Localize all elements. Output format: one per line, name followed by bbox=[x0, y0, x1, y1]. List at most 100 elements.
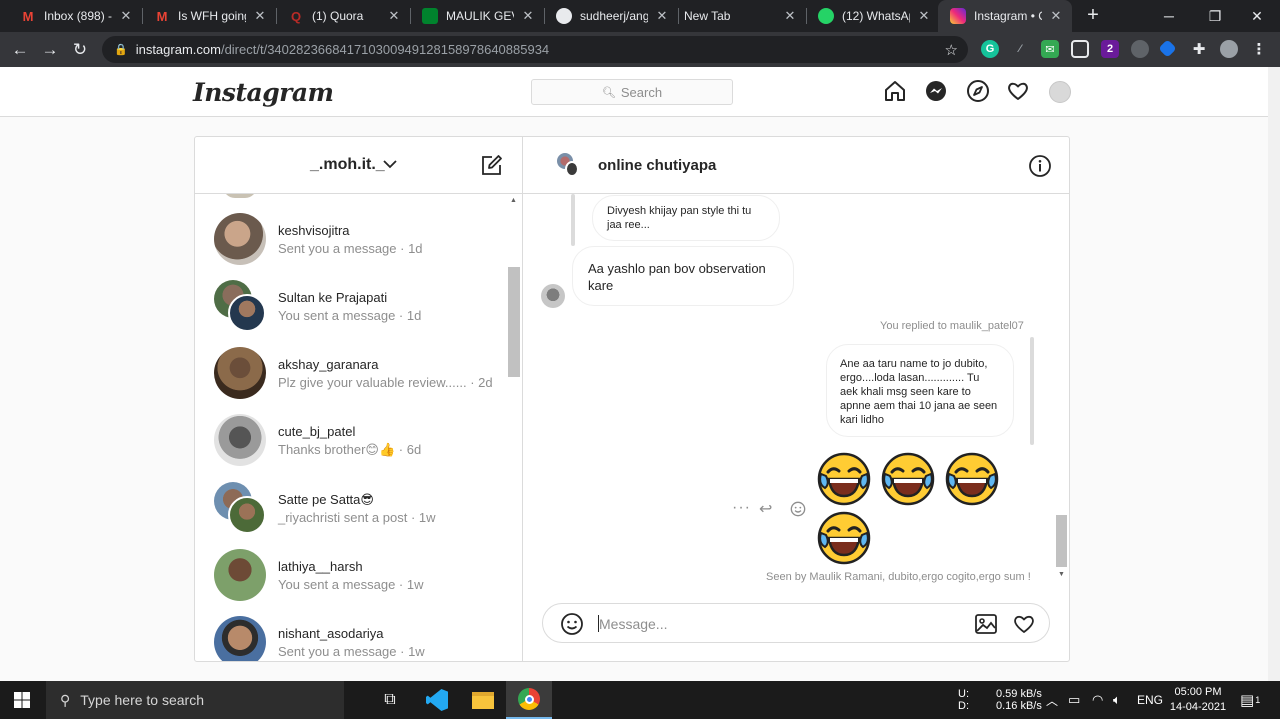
extensions-puzzle-icon[interactable]: ✚ bbox=[1190, 40, 1208, 58]
message-input[interactable]: Message... bbox=[599, 616, 667, 632]
thread-name: cute_bj_patel bbox=[278, 424, 356, 439]
tab-title: Inbox (898) - 1 bbox=[44, 9, 112, 23]
tab-meet[interactable]: MAULIK GEVAR ✕ bbox=[410, 0, 544, 32]
info-icon[interactable] bbox=[1028, 154, 1052, 178]
eyedropper-icon[interactable]: ⁄ bbox=[1011, 40, 1029, 58]
heart-like-icon[interactable] bbox=[1012, 612, 1036, 636]
scrollbar-thumb[interactable] bbox=[508, 267, 520, 377]
messenger-icon[interactable] bbox=[924, 79, 948, 103]
chevron-up-icon[interactable]: ︿ bbox=[1046, 681, 1058, 719]
tab-quora[interactable]: Q (1) Quora ✕ bbox=[276, 0, 410, 32]
outgoing-message-bubble[interactable]: Ane aa taru name to jo dubito, ergo....l… bbox=[826, 344, 1014, 437]
thread-name: lathiya__harsh bbox=[278, 559, 363, 574]
address-bar[interactable]: 🔒 instagram.com/direct/t/340282366841710… bbox=[102, 36, 968, 63]
task-view-icon[interactable]: ⧉ bbox=[367, 681, 413, 719]
react-emoji-icon[interactable] bbox=[790, 501, 806, 517]
close-icon[interactable]: ✕ bbox=[252, 8, 268, 24]
conversation-title[interactable]: online chutiyapa bbox=[598, 157, 716, 174]
language-indicator[interactable]: ENG bbox=[1137, 681, 1163, 719]
tab-new-tab[interactable]: New Tab ✕ bbox=[672, 0, 806, 32]
taskbar-search-placeholder: Type here to search bbox=[80, 692, 205, 708]
thread-item[interactable]: cute_bj_patel Thanks brother😊👍 · 6d bbox=[195, 407, 507, 474]
system-clock[interactable]: 05:00 PM 14-04-2021 bbox=[1168, 681, 1228, 719]
taskbar-search-input[interactable]: ⚲ Type here to search bbox=[46, 681, 344, 719]
close-icon[interactable]: ✕ bbox=[386, 8, 402, 24]
new-message-icon[interactable] bbox=[480, 153, 504, 177]
url-text: instagram.com/direct/t/34028236684171030… bbox=[136, 42, 549, 57]
thread-item[interactable]: Sultan ke Prajapati You sent a message ·… bbox=[195, 273, 507, 340]
grammarly-icon[interactable]: G bbox=[981, 40, 999, 58]
heart-activity-icon[interactable] bbox=[1006, 79, 1030, 103]
tab-whatsapp[interactable]: (12) WhatsApp ✕ bbox=[806, 0, 940, 32]
tab-title: sudheerj/angu bbox=[580, 9, 648, 23]
emoji-picker-icon[interactable] bbox=[560, 612, 584, 636]
close-icon[interactable]: ✕ bbox=[520, 8, 536, 24]
message-composer[interactable]: Message... bbox=[542, 603, 1050, 643]
thread-list-scrollbar[interactable] bbox=[507, 194, 522, 661]
direct-messages-panel: _.moh.it._ keshvisojitra Sent you a mess… bbox=[194, 136, 1070, 662]
forward-button[interactable]: → bbox=[37, 37, 63, 63]
incoming-message-bubble[interactable]: Aa yashlo pan bov observation kare bbox=[572, 246, 794, 306]
scroll-down-arrow-icon[interactable]: ▼ bbox=[1058, 571, 1065, 578]
close-icon[interactable]: ✕ bbox=[654, 8, 670, 24]
restore-button[interactable]: ❐ bbox=[1192, 0, 1238, 32]
volume-icon[interactable]: 🔈︎ bbox=[1113, 681, 1121, 719]
disabled-extension-icon[interactable] bbox=[1131, 40, 1149, 58]
wifi-icon[interactable]: ◠ bbox=[1092, 681, 1103, 719]
chevron-down-icon[interactable] bbox=[383, 159, 397, 169]
new-tab-button[interactable]: + bbox=[1082, 4, 1104, 26]
close-icon[interactable]: ✕ bbox=[1048, 8, 1064, 24]
scrollbar-thumb[interactable] bbox=[1056, 515, 1067, 567]
tab-instagram[interactable]: Instagram • Ch ✕ bbox=[938, 0, 1072, 32]
tab-gmail-inbox[interactable]: M Inbox (898) - 1 ✕ bbox=[8, 0, 142, 32]
explore-compass-icon[interactable] bbox=[966, 79, 990, 103]
account-switcher[interactable]: _.moh.it._ bbox=[310, 156, 385, 174]
profile-avatar[interactable] bbox=[1049, 81, 1071, 103]
avatar bbox=[228, 496, 266, 534]
quote-bar bbox=[1030, 337, 1034, 445]
more-options-icon[interactable]: ··· bbox=[732, 499, 751, 517]
instagram-logo[interactable]: Instagram bbox=[193, 78, 334, 107]
screen-capture-icon[interactable] bbox=[1071, 40, 1089, 58]
outgoing-message-text: Ane aa taru name to jo dubito, ergo....l… bbox=[840, 358, 998, 426]
mail-extension-icon[interactable]: ✉ bbox=[1041, 40, 1059, 58]
minimize-button[interactable]: ─ bbox=[1146, 0, 1192, 32]
windows-start-icon[interactable] bbox=[14, 692, 30, 708]
file-explorer-icon[interactable] bbox=[460, 681, 506, 719]
gmail-icon: M bbox=[22, 8, 34, 24]
menu-dots-icon[interactable]: ⋮ bbox=[1250, 40, 1268, 58]
image-upload-icon[interactable] bbox=[974, 612, 998, 636]
vpn-icon[interactable] bbox=[1158, 39, 1177, 58]
sender-avatar[interactable] bbox=[541, 284, 565, 308]
battery-icon[interactable]: ▭ bbox=[1068, 681, 1080, 719]
conversation-header: online chutiyapa bbox=[523, 137, 1069, 194]
group-avatar[interactable] bbox=[557, 153, 579, 177]
reply-icon[interactable]: ↩ bbox=[759, 499, 772, 519]
close-icon[interactable]: ✕ bbox=[118, 8, 134, 24]
search-input[interactable]: 🔍︎ Search bbox=[531, 79, 733, 105]
thread-item[interactable]: keshvisojitra Sent you a message · 1d bbox=[195, 206, 507, 273]
conversation-column: online chutiyapa Divyesh khijay pan styl… bbox=[523, 137, 1069, 661]
back-button[interactable]: ← bbox=[7, 37, 33, 63]
thread-item[interactable]: akshay_garanara Plz give your valuable r… bbox=[195, 340, 507, 407]
tab-gmail-wfh[interactable]: M Is WFH going t ✕ bbox=[142, 0, 276, 32]
scroll-up-arrow-icon[interactable]: ▲ bbox=[510, 197, 517, 204]
thread-item[interactable]: nishant_asodariya Sent you a message · 1… bbox=[195, 609, 507, 661]
notification-center-icon[interactable]: ▤ 1 bbox=[1240, 681, 1260, 719]
quoted-message-bubble[interactable]: Divyesh khijay pan style thi tu jaa ree.… bbox=[592, 195, 780, 241]
close-window-button[interactable]: ✕ bbox=[1234, 0, 1280, 32]
close-icon[interactable]: ✕ bbox=[782, 8, 798, 24]
page-scrollbar[interactable] bbox=[1268, 67, 1280, 681]
bookmark-star-icon[interactable]: ☆ bbox=[945, 41, 958, 59]
vscode-icon[interactable] bbox=[414, 681, 460, 719]
thread-item[interactable]: lathiya__harsh You sent a message · 1w bbox=[195, 542, 507, 609]
home-icon[interactable] bbox=[883, 79, 907, 103]
profile-avatar[interactable] bbox=[1220, 40, 1238, 58]
close-icon[interactable]: ✕ bbox=[916, 8, 932, 24]
extension-badge-icon[interactable]: 2 bbox=[1101, 40, 1119, 58]
thread-item[interactable]: Satte pe Satta😎 _riyachristi sent a post… bbox=[195, 475, 507, 542]
chrome-icon[interactable] bbox=[506, 681, 552, 719]
tab-github[interactable]: sudheerj/angu ✕ bbox=[544, 0, 678, 32]
search-placeholder: Search bbox=[620, 84, 663, 100]
reload-button[interactable]: ↻ bbox=[67, 37, 93, 63]
